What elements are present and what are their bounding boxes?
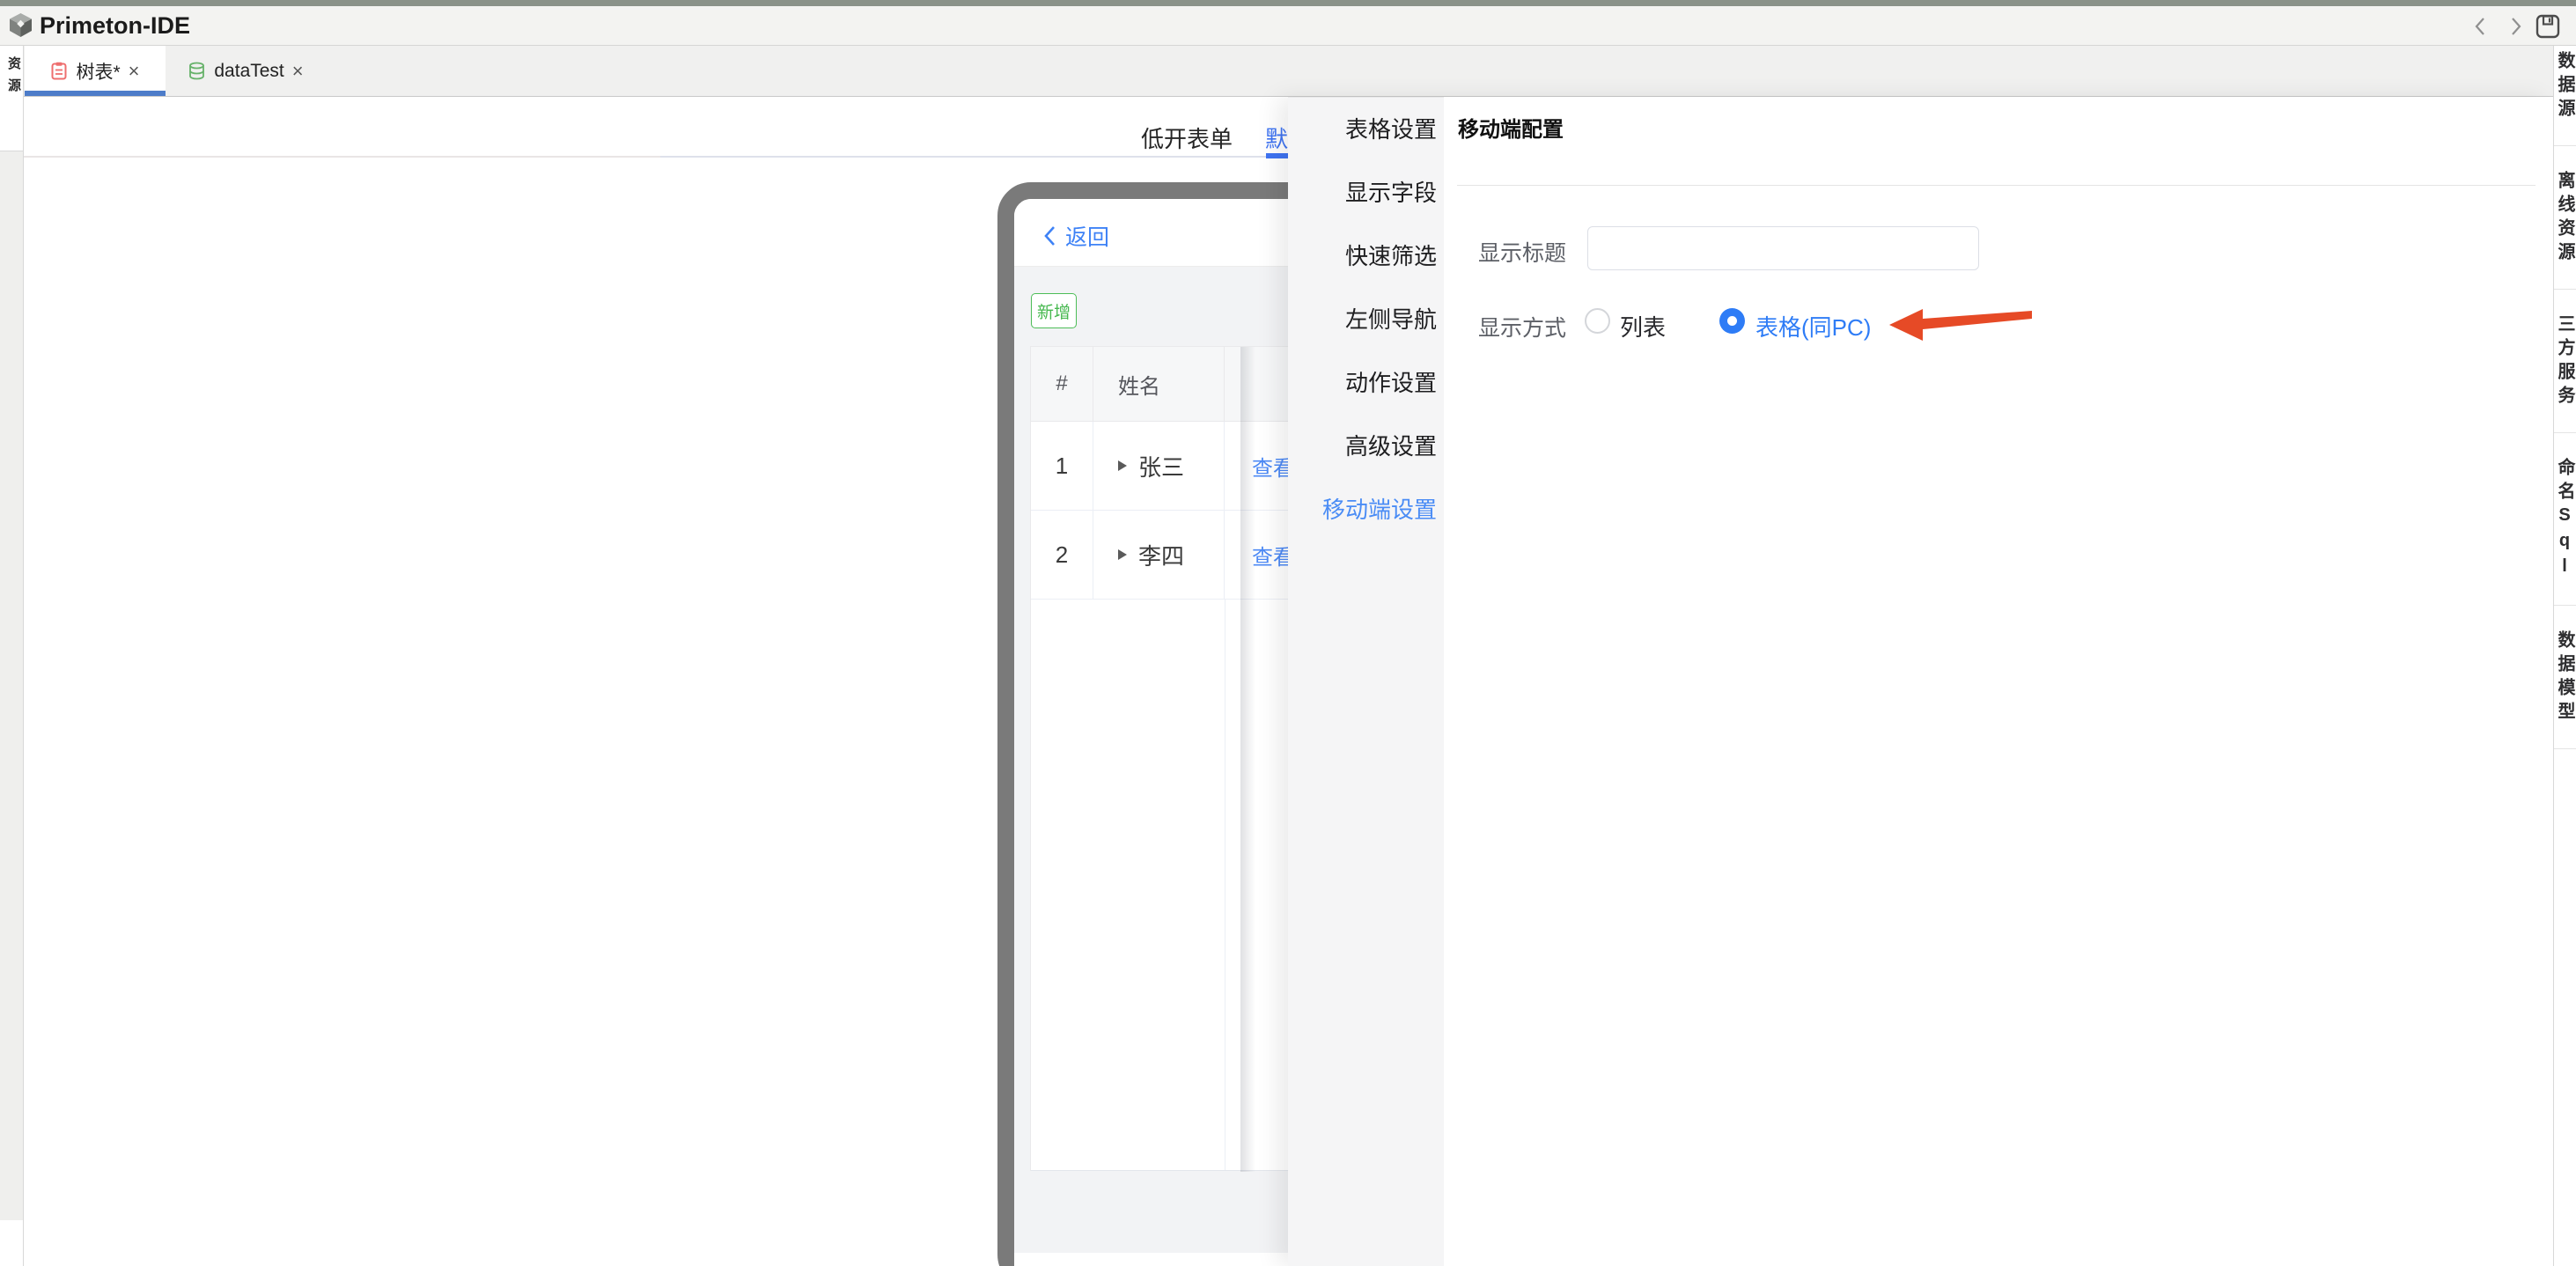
menu-item-left-nav[interactable]: 左侧导航 [1288, 288, 1444, 351]
subtab-default-view[interactable]: 默 [1265, 121, 1288, 154]
display-title-label: 显示标题 [1478, 236, 1566, 268]
subtab-active-underline [1266, 153, 1288, 158]
close-icon[interactable]: × [292, 62, 304, 81]
row-name-cell: 李四 [1093, 511, 1225, 600]
rail-item-third-party-services[interactable]: 三方服务 [2554, 290, 2576, 432]
radio-table-option[interactable] [1719, 308, 1745, 334]
subtab-border-right [660, 156, 1266, 158]
row-name: 张三 [1138, 450, 1184, 482]
active-tab-underline [25, 91, 166, 96]
add-button[interactable]: 新增 [1031, 293, 1077, 328]
row-name: 李四 [1138, 539, 1184, 571]
rail-item-datasource[interactable]: 数据源 [2554, 46, 2576, 145]
back-label: 返回 [1065, 220, 1109, 252]
tab-label: dataTest [214, 61, 283, 82]
app-title: Primeton-IDE [40, 6, 190, 45]
subtab-border-left [24, 156, 660, 158]
menu-item-display-fields[interactable]: 显示字段 [1288, 161, 1444, 224]
rail-item-offline-resources[interactable]: 离线资源 [2554, 146, 2576, 289]
expand-caret-icon[interactable] [1118, 549, 1127, 560]
radio-list-option[interactable] [1585, 308, 1610, 334]
form-icon [50, 62, 68, 80]
row-index: 1 [1031, 422, 1093, 511]
drawer-menu: 表格设置 显示字段 快速筛选 左侧导航 动作设置 高级设置 移动端设置 [1288, 97, 1444, 1266]
title-bar: Primeton-IDE [0, 6, 2576, 46]
table-header-name: 姓名 [1093, 347, 1225, 421]
menu-item-mobile-settings[interactable]: 移动端设置 [1288, 478, 1444, 541]
save-icon[interactable] [2536, 14, 2557, 35]
display-title-input[interactable] [1587, 226, 1979, 270]
resource-panel-toggle[interactable]: 资源 [0, 56, 23, 100]
rail-item-named-sql[interactable]: 命名Sql [2554, 433, 2576, 605]
radio-table-label[interactable]: 表格(同PC) [1755, 310, 1871, 342]
red-arrow-annotation [1884, 299, 2042, 345]
row-index: 2 [1031, 511, 1093, 600]
left-rail-lower-area [0, 151, 23, 1220]
settings-drawer: 表格设置 显示字段 快速筛选 左侧导航 动作设置 高级设置 移动端设置 移动端配… [1288, 97, 2553, 1266]
window-top-strip [0, 0, 2576, 6]
rail-divider [2554, 748, 2576, 749]
expand-caret-icon[interactable] [1118, 460, 1127, 471]
tab-label: 树表* [76, 58, 120, 85]
subtab-lowcode-form[interactable]: 低开表单 [1141, 121, 1233, 154]
history-back-icon[interactable] [2470, 16, 2491, 37]
app-logo-icon [9, 12, 33, 38]
display-mode-label: 显示方式 [1478, 311, 1566, 342]
editor-tab-bar: 树表* × dataTest × [24, 46, 2553, 97]
panel-title: 移动端配置 [1458, 112, 1564, 143]
drawer-content: 移动端配置 显示标题 显示方式 列表 表格(同PC) [1444, 97, 2553, 1266]
database-icon [188, 62, 206, 80]
table-header-index: # [1031, 347, 1093, 421]
radio-list-label[interactable]: 列表 [1620, 310, 1666, 342]
right-resource-rail: 数据源 离线资源 三方服务 命名Sql 数据模型 [2553, 46, 2576, 1266]
menu-item-action-settings[interactable]: 动作设置 [1288, 351, 1444, 415]
tab-data-test[interactable]: dataTest × [174, 46, 317, 96]
panel-divider [1457, 185, 2536, 186]
rail-item-data-model[interactable]: 数据模型 [2554, 606, 2576, 748]
menu-item-advanced-settings[interactable]: 高级设置 [1288, 415, 1444, 478]
close-icon[interactable]: × [129, 62, 140, 81]
row-name-cell: 张三 [1093, 422, 1225, 511]
back-link[interactable]: 返回 [1043, 220, 1109, 252]
history-forward-icon[interactable] [2505, 16, 2526, 37]
menu-item-quick-filter[interactable]: 快速筛选 [1288, 224, 1444, 288]
app-window: Primeton-IDE 资源 [0, 0, 2576, 1266]
chevron-left-icon [1043, 224, 1056, 247]
menu-item-table-settings[interactable]: 表格设置 [1288, 98, 1444, 161]
tab-tree-table[interactable]: 树表* × [25, 46, 166, 96]
